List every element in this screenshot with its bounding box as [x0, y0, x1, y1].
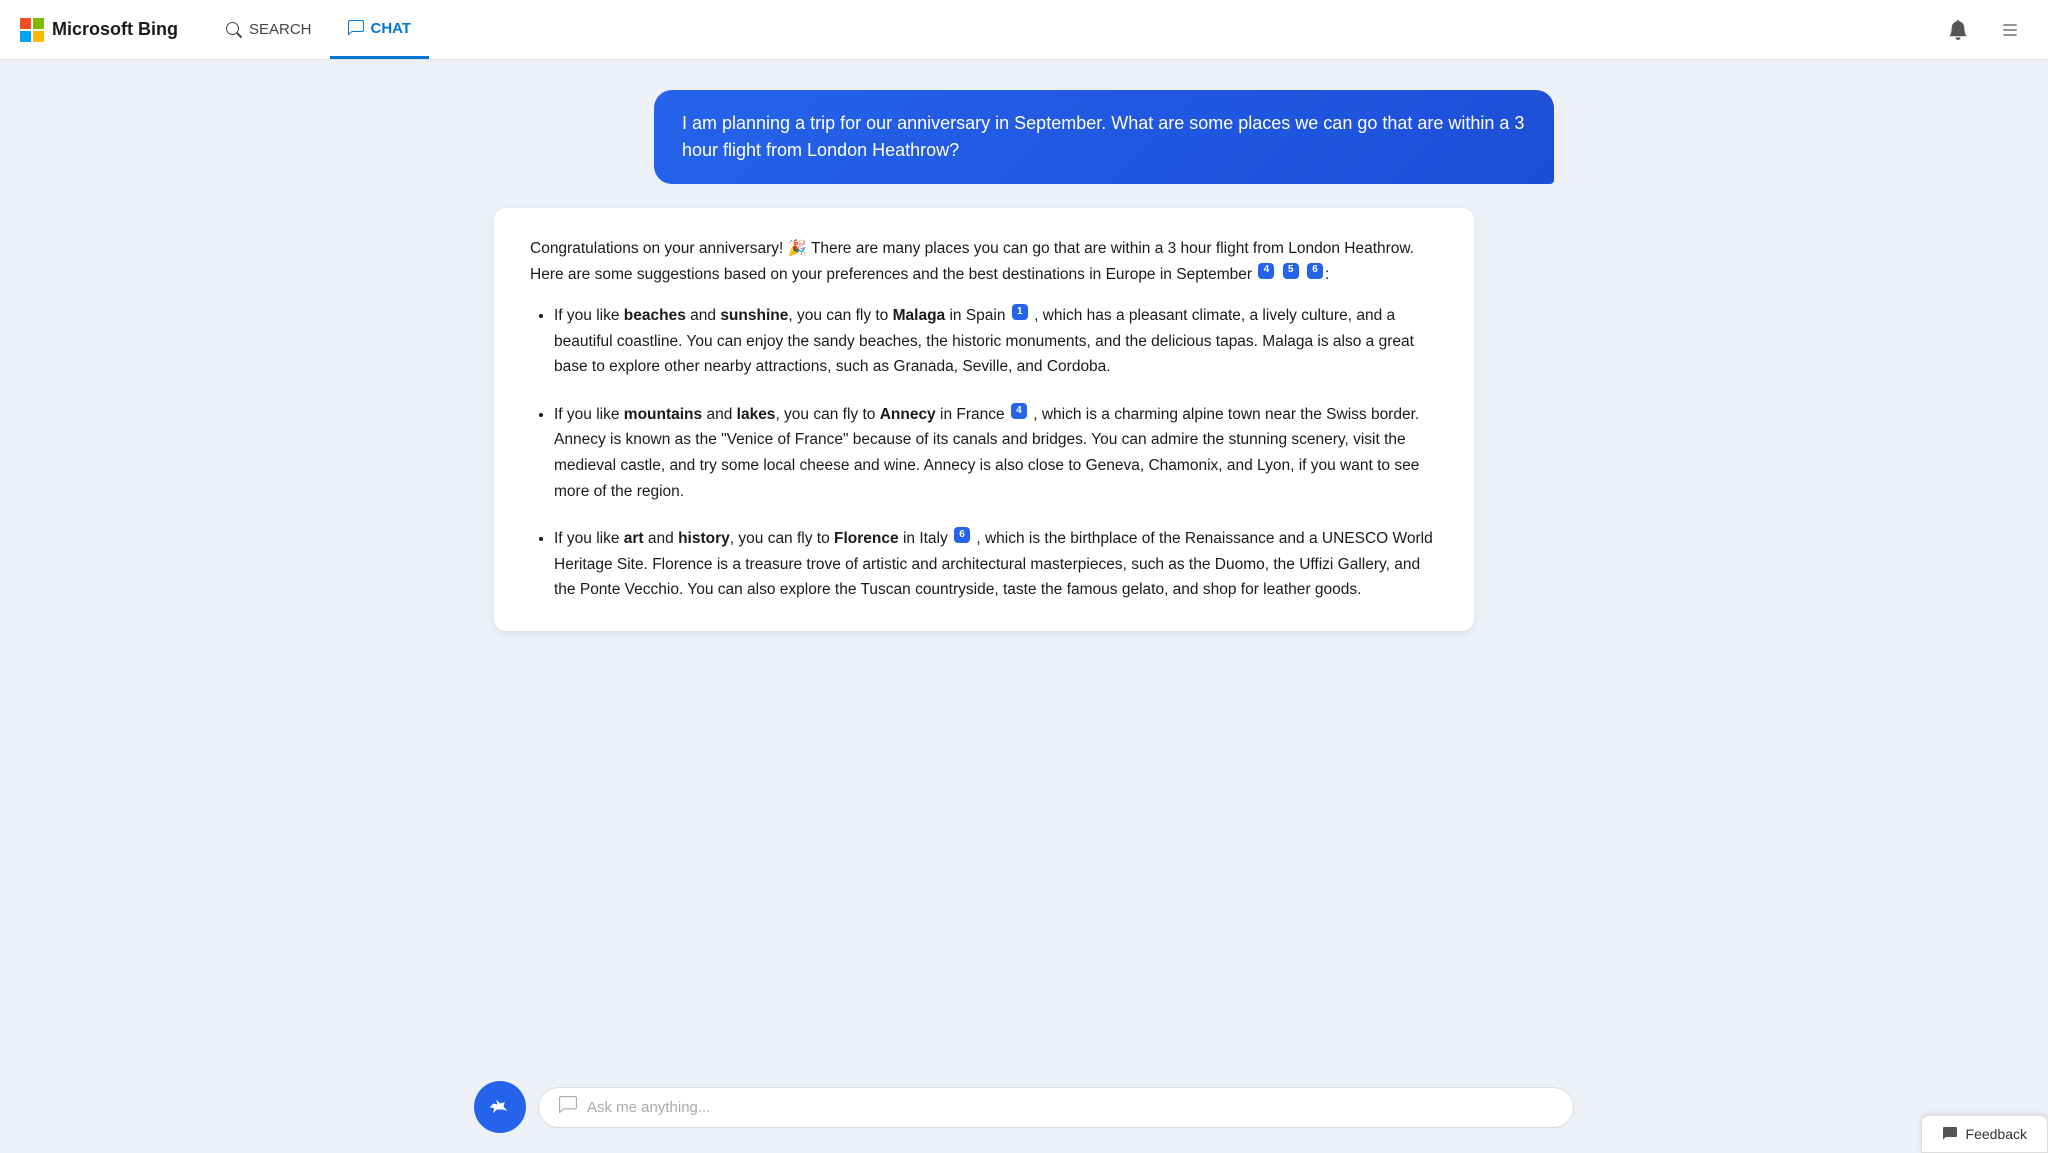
- ai-response-card: Congratulations on your anniversary! 🎉 T…: [494, 208, 1474, 631]
- ms-logo-icon: [20, 18, 44, 42]
- search-input-icon: [559, 1096, 577, 1119]
- search-icon: [226, 22, 242, 38]
- feedback-label: Feedback: [1966, 1126, 2027, 1142]
- place-annecy: Annecy: [880, 406, 936, 423]
- nav-search[interactable]: SEARCH: [208, 0, 330, 59]
- keyword-lakes: lakes: [737, 406, 776, 423]
- list-item: If you like beaches and sunshine, you ca…: [554, 303, 1438, 380]
- search-input-container: [538, 1087, 1574, 1128]
- list-item: If you like art and history, you can fly…: [554, 526, 1438, 603]
- feedback-button[interactable]: Feedback: [1921, 1115, 2048, 1153]
- bottom-input-bar: [0, 1067, 2048, 1153]
- place-malaga: Malaga: [893, 307, 946, 324]
- feedback-icon: [1942, 1126, 1958, 1142]
- search-input[interactable]: [587, 1099, 1553, 1116]
- logo[interactable]: Microsoft Bing: [20, 18, 178, 42]
- citation-6b[interactable]: 6: [954, 527, 970, 543]
- keyword-beaches: beaches: [624, 307, 686, 324]
- menu-button[interactable]: [1992, 12, 2028, 48]
- nav-chat-label: CHAT: [371, 20, 412, 37]
- citation-4b[interactable]: 4: [1011, 403, 1027, 419]
- destination-list: If you like beaches and sunshine, you ca…: [530, 303, 1438, 603]
- input-row: [474, 1081, 1574, 1133]
- user-message-container: I am planning a trip for our anniversary…: [494, 90, 1554, 184]
- keyword-art: art: [624, 530, 644, 547]
- chat-area: I am planning a trip for our anniversary…: [474, 60, 1574, 1153]
- keyword-mountains: mountains: [624, 406, 702, 423]
- bing-logo-text: Microsoft Bing: [52, 19, 178, 40]
- header: Microsoft Bing SEARCH CHAT: [0, 0, 2048, 60]
- citation-1[interactable]: 1: [1012, 304, 1028, 320]
- place-florence: Florence: [834, 530, 899, 547]
- ai-intro: Congratulations on your anniversary! 🎉 T…: [530, 236, 1438, 287]
- list-item: If you like mountains and lakes, you can…: [554, 402, 1438, 504]
- user-bubble: I am planning a trip for our anniversary…: [654, 90, 1554, 184]
- bing-home-button[interactable]: [474, 1081, 526, 1133]
- nav-search-label: SEARCH: [249, 21, 312, 38]
- keyword-sunshine: sunshine: [720, 307, 788, 324]
- chat-icon: [348, 20, 364, 36]
- citation-6[interactable]: 6: [1307, 263, 1323, 279]
- keyword-history: history: [678, 530, 730, 547]
- bing-sparkle-icon: [487, 1094, 513, 1120]
- citation-5[interactable]: 5: [1283, 263, 1299, 279]
- nav-chat[interactable]: CHAT: [330, 0, 430, 59]
- hamburger-icon: [2000, 20, 2020, 40]
- bell-icon: [1948, 20, 1968, 40]
- main-nav: SEARCH CHAT: [208, 0, 429, 59]
- chat-bubble-icon: [559, 1096, 577, 1114]
- header-actions: [1940, 12, 2028, 48]
- user-message-text: I am planning a trip for our anniversary…: [682, 113, 1524, 160]
- citation-4[interactable]: 4: [1258, 263, 1274, 279]
- notifications-button[interactable]: [1940, 12, 1976, 48]
